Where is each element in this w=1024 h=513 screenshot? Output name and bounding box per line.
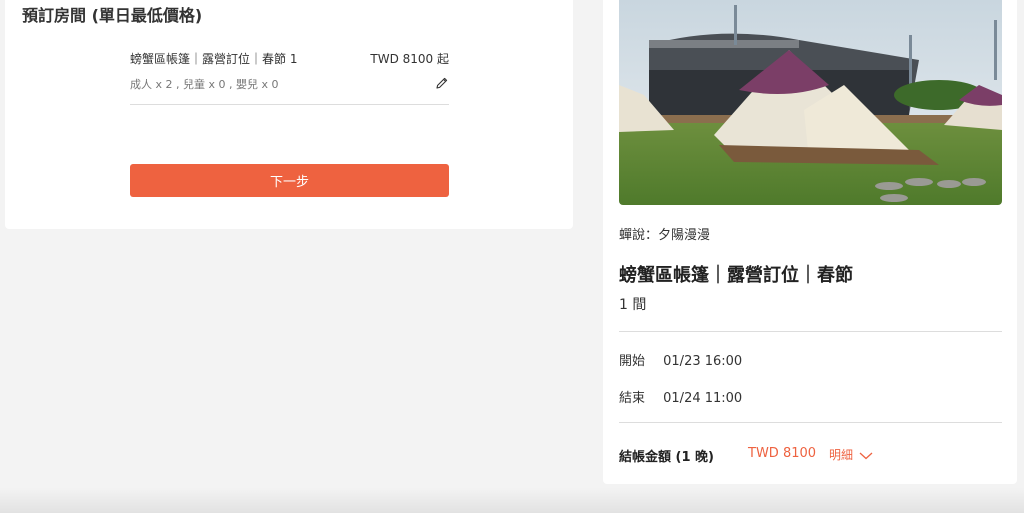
start-time-row: 開始 01/23 16:00 — [619, 350, 742, 369]
divider — [619, 331, 1002, 332]
booking-page: 預訂房間 (單日最低價格) 螃蟹區帳篷｜露營訂位｜春節 1 TWD 8100 起… — [0, 0, 1024, 513]
guest-summary: 成人 x 2 , 兒童 x 0 , 嬰兒 x 0 — [130, 78, 279, 91]
room-price: TWD 8100 起 — [370, 52, 449, 66]
room-count: 1 間 — [619, 297, 647, 313]
order-summary-card: 蟬說：夕陽漫漫 螃蟹區帳篷｜露營訂位｜春節 1 間 開始 01/23 16:00… — [603, 0, 1017, 484]
total-amount: TWD 8100 — [748, 446, 817, 461]
start-value: 01/23 16:00 — [663, 354, 743, 369]
page-bottom-shade — [0, 488, 1024, 513]
room-selection-card: 預訂房間 (單日最低價格) 螃蟹區帳篷｜露營訂位｜春節 1 TWD 8100 起… — [5, 0, 573, 229]
pencil-icon[interactable] — [435, 75, 449, 89]
divider — [619, 422, 1002, 423]
end-value: 01/24 11:00 — [663, 391, 743, 406]
chevron-down-icon — [859, 449, 873, 463]
divider — [130, 104, 449, 105]
total-label: 結帳金額 (1 晚) — [619, 450, 714, 465]
start-label: 開始 — [619, 354, 646, 369]
detail-toggle[interactable]: 明細 — [829, 446, 873, 463]
campsite-tents-photo — [619, 0, 1002, 205]
product-title: 螃蟹區帳篷｜露營訂位｜春節 — [619, 265, 853, 286]
end-time-row: 結束 01/24 11:00 — [619, 387, 742, 406]
campsite-name: 蟬說：夕陽漫漫 — [619, 228, 711, 243]
next-step-button[interactable]: 下一步 — [130, 164, 449, 197]
end-label: 結束 — [619, 391, 646, 406]
section-title: 預訂房間 (單日最低價格) — [22, 6, 203, 25]
room-name: 螃蟹區帳篷｜露營訂位｜春節 1 — [130, 52, 298, 66]
detail-label: 明細 — [829, 448, 854, 462]
